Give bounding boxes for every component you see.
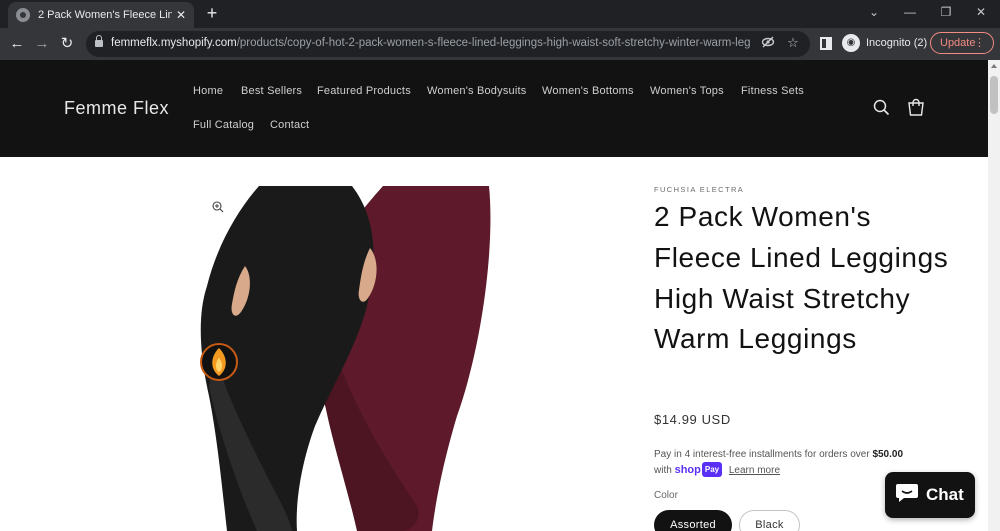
product-vendor: FUCHSIA ELECTRA xyxy=(654,185,745,194)
nav-best-sellers[interactable]: Best Sellers xyxy=(241,85,302,97)
menu-dots-icon[interactable]: ⋮ xyxy=(974,33,985,53)
forward-icon[interactable]: → xyxy=(31,33,53,55)
incognito-indicator[interactable]: ◉ Incognito (2) xyxy=(842,32,927,54)
learn-more-link[interactable]: Learn more xyxy=(729,465,780,476)
tab-title: 2 Pack Women's Fleece Lined Le xyxy=(38,9,172,21)
chat-button[interactable]: Chat xyxy=(885,472,975,518)
color-label: Color xyxy=(654,490,678,501)
incognito-label: Incognito (2) xyxy=(866,37,928,49)
globe-icon xyxy=(16,8,30,22)
side-panel-icon[interactable] xyxy=(820,37,832,50)
product-title: 2 Pack Women's Fleece Lined Leggings Hig… xyxy=(654,201,949,355)
chat-bubble-icon xyxy=(895,482,919,509)
reload-icon[interactable]: ↻ xyxy=(56,33,78,55)
scroll-up-arrow-icon[interactable] xyxy=(991,64,997,68)
lock-icon[interactable] xyxy=(95,35,103,47)
nav-full-catalog[interactable]: Full Catalog xyxy=(193,119,254,131)
eye-off-icon[interactable] xyxy=(759,35,777,52)
installments-threshold: $50.00 xyxy=(872,449,904,460)
nav-contact[interactable]: Contact xyxy=(270,119,309,131)
nav-featured-products[interactable]: Featured Products xyxy=(317,85,411,97)
store-header: Femme Flex Home Best Sellers Featured Pr… xyxy=(0,60,988,157)
back-icon[interactable]: ← xyxy=(6,33,28,55)
cart-icon[interactable] xyxy=(906,98,926,118)
zoom-icon[interactable] xyxy=(207,196,229,218)
browser-tab-strip: 2 Pack Women's Fleece Lined Le ✕ + ⌄ — ❐… xyxy=(0,0,1000,28)
nav-womens-tops[interactable]: Women's Tops xyxy=(650,85,724,97)
window-close-icon[interactable]: ✕ xyxy=(971,5,991,19)
chat-label: Chat xyxy=(926,485,964,504)
nav-home[interactable]: Home xyxy=(193,85,223,97)
tab-search-icon[interactable]: ⌄ xyxy=(864,5,884,19)
color-option-assorted[interactable]: Assorted xyxy=(654,510,732,531)
incognito-icon: ◉ xyxy=(842,34,860,52)
installments-text: Pay in 4 interest-free installments for … xyxy=(654,449,870,460)
shop-pay-logo: shop Pay xyxy=(675,462,723,477)
nav-womens-bodysuits[interactable]: Women's Bodysuits xyxy=(427,85,526,97)
page-scrollbar[interactable] xyxy=(988,60,1000,531)
browser-toolbar: ← → ↻ femmeflx.myshopify.com/products/co… xyxy=(0,28,1000,60)
browser-tab[interactable]: 2 Pack Women's Fleece Lined Le ✕ xyxy=(8,2,194,28)
minimize-icon[interactable]: — xyxy=(900,5,920,19)
url-text[interactable]: femmeflx.myshopify.com/products/copy-of-… xyxy=(111,37,751,49)
update-button[interactable]: Update ⋮ xyxy=(930,32,994,54)
nav-fitness-sets[interactable]: Fitness Sets xyxy=(741,85,804,97)
tab-close-icon[interactable]: ✕ xyxy=(176,8,186,22)
search-icon[interactable] xyxy=(872,98,892,118)
product-price: $14.99 USD xyxy=(654,412,731,427)
store-logo[interactable]: Femme Flex xyxy=(64,98,169,119)
scroll-thumb[interactable] xyxy=(990,76,998,114)
product-image[interactable] xyxy=(197,186,491,531)
installments-with-text: with xyxy=(654,465,672,476)
new-tab-button[interactable]: + xyxy=(202,3,222,24)
shop-pay-installments: Pay in 4 interest-free installments for … xyxy=(654,447,924,478)
star-icon[interactable]: ☆ xyxy=(784,35,802,51)
address-bar[interactable]: femmeflx.myshopify.com/products/copy-of-… xyxy=(86,31,810,57)
restore-icon[interactable]: ❐ xyxy=(936,5,956,19)
color-option-black[interactable]: Black xyxy=(739,510,800,531)
update-label: Update xyxy=(940,37,976,49)
nav-womens-bottoms[interactable]: Women's Bottoms xyxy=(542,85,634,97)
